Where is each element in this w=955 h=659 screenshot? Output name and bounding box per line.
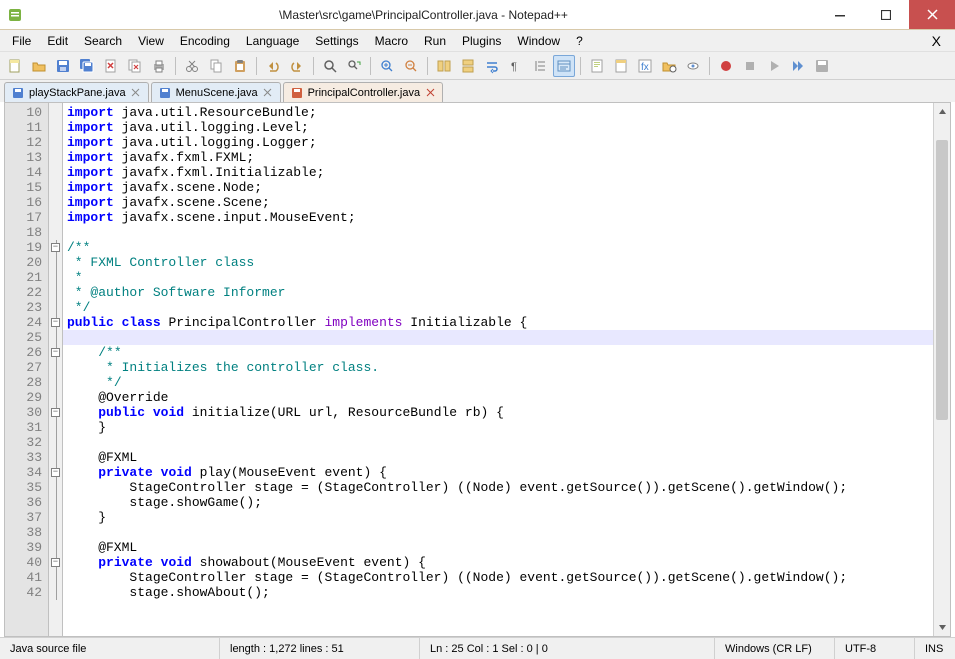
line-number-gutter[interactable]: 1011121314151617181920212223242526272829…	[5, 103, 49, 636]
indent-guide-button[interactable]	[529, 55, 551, 77]
vertical-scrollbar[interactable]	[933, 103, 950, 636]
app-icon	[0, 7, 30, 23]
toolbar: ¶ fx	[0, 52, 955, 80]
scroll-track[interactable]	[934, 120, 950, 619]
menu-edit[interactable]: Edit	[39, 32, 76, 50]
minimize-button[interactable]	[817, 0, 863, 29]
play-macro-button[interactable]	[763, 55, 785, 77]
scroll-thumb[interactable]	[936, 140, 948, 420]
status-eol[interactable]: Windows (CR LF)	[715, 638, 835, 659]
copy-button[interactable]	[205, 55, 227, 77]
toolbar-separator	[370, 57, 371, 75]
svg-text:¶: ¶	[511, 61, 517, 73]
status-position: Ln : 25 Col : 1 Sel : 0 | 0	[420, 638, 715, 659]
all-chars-button[interactable]: ¶	[505, 55, 527, 77]
titlebar: \Master\src\game\PrincipalController.jav…	[0, 0, 955, 30]
tab-close-icon[interactable]	[262, 87, 274, 99]
sync-v-button[interactable]	[433, 55, 455, 77]
function-list-button[interactable]: fx	[634, 55, 656, 77]
undo-button[interactable]	[262, 55, 284, 77]
open-file-button[interactable]	[28, 55, 50, 77]
close-button[interactable]	[909, 0, 955, 29]
close-document-button[interactable]: X	[922, 31, 951, 51]
window-title: \Master\src\game\PrincipalController.jav…	[30, 8, 817, 22]
menu-language[interactable]: Language	[238, 32, 307, 50]
menu-run[interactable]: Run	[416, 32, 454, 50]
menu-macro[interactable]: Macro	[367, 32, 416, 50]
menu-plugins[interactable]: Plugins	[454, 32, 509, 50]
menu-search[interactable]: Search	[76, 32, 130, 50]
toolbar-separator	[256, 57, 257, 75]
menu-view[interactable]: View	[130, 32, 172, 50]
tab-label: MenuScene.java	[176, 87, 258, 99]
save-all-button[interactable]	[76, 55, 98, 77]
doc-list-button[interactable]	[610, 55, 632, 77]
menu-settings[interactable]: Settings	[307, 32, 366, 50]
menu-window[interactable]: Window	[509, 32, 568, 50]
scroll-up-button[interactable]	[934, 103, 950, 120]
monitor-button[interactable]	[682, 55, 704, 77]
sync-h-button[interactable]	[457, 55, 479, 77]
tab-label: PrincipalController.java	[308, 87, 421, 99]
maximize-button[interactable]	[863, 0, 909, 29]
status-length: length : 1,272 lines : 51	[220, 638, 420, 659]
statusbar: Java source file length : 1,272 lines : …	[0, 637, 955, 659]
status-encoding[interactable]: UTF-8	[835, 638, 915, 659]
file-icon	[158, 86, 172, 100]
zoom-out-button[interactable]	[400, 55, 422, 77]
zoom-in-button[interactable]	[376, 55, 398, 77]
toolbar-separator	[313, 57, 314, 75]
word-wrap-button[interactable]	[481, 55, 503, 77]
new-file-button[interactable]	[4, 55, 26, 77]
tab-menuscene[interactable]: MenuScene.java	[151, 82, 281, 102]
close-file-button[interactable]	[100, 55, 122, 77]
save-button[interactable]	[52, 55, 74, 77]
status-mode[interactable]: INS	[915, 638, 955, 659]
scroll-down-button[interactable]	[934, 619, 950, 636]
folder-workspace-button[interactable]	[658, 55, 680, 77]
toolbar-separator	[175, 57, 176, 75]
print-button[interactable]	[148, 55, 170, 77]
paste-button[interactable]	[229, 55, 251, 77]
redo-button[interactable]	[286, 55, 308, 77]
toolbar-separator	[427, 57, 428, 75]
tab-close-icon[interactable]	[130, 87, 142, 99]
tabbar: playStackPane.java MenuScene.java Princi…	[0, 80, 955, 102]
tab-close-icon[interactable]	[424, 87, 436, 99]
menubar: File Edit Search View Encoding Language …	[0, 30, 955, 52]
menu-encoding[interactable]: Encoding	[172, 32, 238, 50]
cut-button[interactable]	[181, 55, 203, 77]
window-controls	[817, 0, 955, 29]
replace-button[interactable]	[343, 55, 365, 77]
ud-lang-button[interactable]	[553, 55, 575, 77]
find-button[interactable]	[319, 55, 341, 77]
fold-gutter[interactable]: −−−−−−	[49, 103, 63, 636]
menu-file[interactable]: File	[4, 32, 39, 50]
editor[interactable]: 1011121314151617181920212223242526272829…	[4, 102, 951, 637]
close-all-button[interactable]	[124, 55, 146, 77]
tab-playstackpane[interactable]: playStackPane.java	[4, 82, 149, 102]
tab-label: playStackPane.java	[29, 87, 126, 99]
stop-macro-button[interactable]	[739, 55, 761, 77]
status-filetype: Java source file	[0, 638, 220, 659]
menu-help[interactable]: ?	[568, 32, 591, 50]
code-area[interactable]: import java.util.ResourceBundle;import j…	[63, 103, 933, 636]
tab-principalcontroller[interactable]: PrincipalController.java	[283, 82, 444, 102]
doc-map-button[interactable]	[586, 55, 608, 77]
toolbar-separator	[580, 57, 581, 75]
file-modified-icon	[290, 86, 304, 100]
play-multi-button[interactable]	[787, 55, 809, 77]
record-macro-button[interactable]	[715, 55, 737, 77]
save-macro-button[interactable]	[811, 55, 833, 77]
file-icon	[11, 86, 25, 100]
svg-text:fx: fx	[641, 62, 649, 73]
toolbar-separator	[709, 57, 710, 75]
